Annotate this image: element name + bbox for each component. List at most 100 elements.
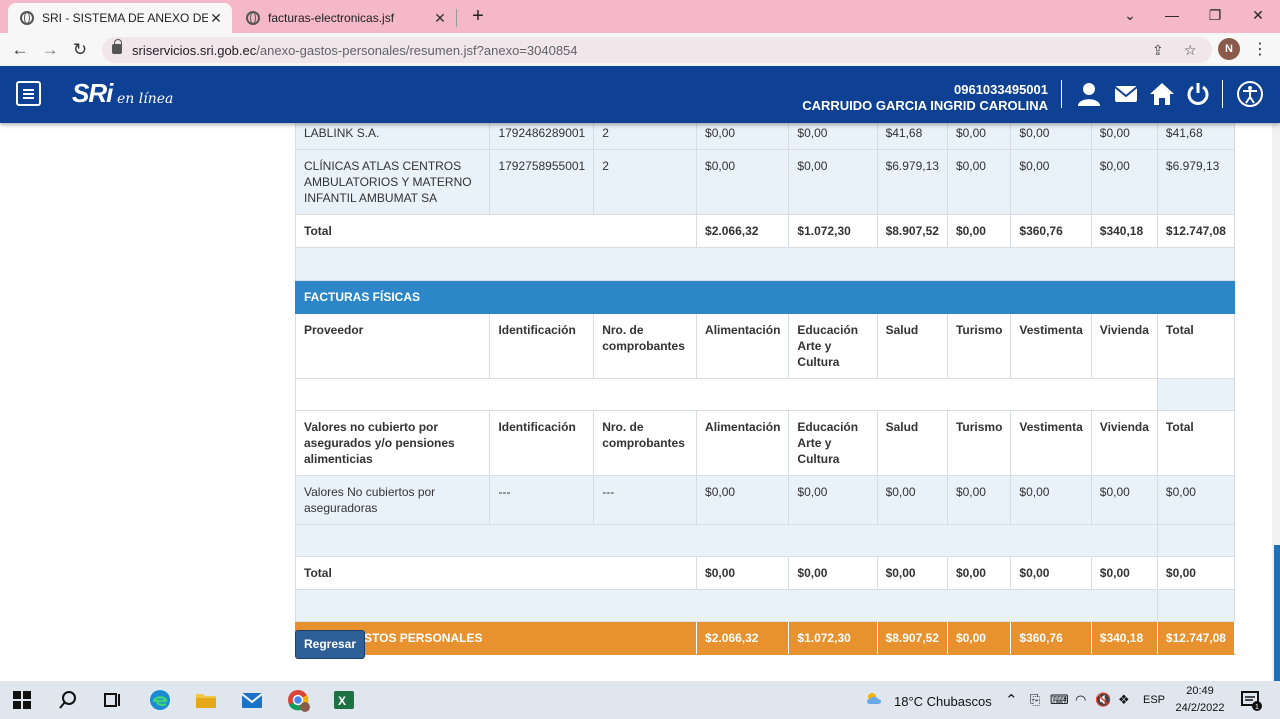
svg-text:X: X xyxy=(338,694,346,708)
dropbox-icon[interactable]: ❖ xyxy=(1118,692,1130,708)
cell-vivienda: $0,00 xyxy=(1090,123,1158,150)
total-total: $12.747,08 xyxy=(1156,214,1236,248)
cell-proveedor: CLÍNICAS ATLAS CENTROS AMBULATORIOS Y MA… xyxy=(294,149,491,215)
close-tab-icon[interactable]: ✕ xyxy=(432,10,448,27)
bookmark-star-icon[interactable]: ☆ xyxy=(1184,42,1197,59)
cell-alimentacion: $0,00 xyxy=(696,475,790,525)
header-identificacion: Identificación xyxy=(489,410,595,476)
wifi-icon[interactable]: ◠ xyxy=(1075,692,1086,708)
accessibility-icon[interactable] xyxy=(1236,80,1264,108)
forward-arrow-icon[interactable]: → xyxy=(38,38,62,62)
cell-total: $41,68 xyxy=(1156,123,1236,150)
section-header-facturas-fisicas: FACTURAS FÍSICAS xyxy=(295,280,1235,314)
regresar-button[interactable]: Regresar xyxy=(295,630,365,659)
search-icon[interactable] xyxy=(56,688,80,712)
spacer-cell xyxy=(1156,524,1236,557)
new-tab-button[interactable]: + xyxy=(466,4,490,28)
tab-sri-anexo[interactable]: SRI - SISTEMA DE ANEXO DE GASTOS ✕ xyxy=(8,3,232,33)
power-icon[interactable] xyxy=(1184,80,1212,108)
close-window-button[interactable]: ✕ xyxy=(1236,2,1280,28)
cell-nro: 2 xyxy=(593,123,698,150)
total-turismo: $0,00 xyxy=(946,214,1012,248)
notifications-icon[interactable]: 1 xyxy=(1239,688,1263,712)
cell-vivienda: $0,00 xyxy=(1090,149,1158,215)
home-icon[interactable] xyxy=(1148,80,1176,108)
header-turismo: Turismo xyxy=(946,313,1012,379)
ime-icon[interactable]: ⌨ xyxy=(1050,692,1069,708)
grand-total-vivienda: $340,18 xyxy=(1090,621,1158,655)
restore-button[interactable]: ❐ xyxy=(1193,2,1237,28)
address-bar-row: ← → ↻ sriservicios.sri.gob.ec/anexo-gast… xyxy=(0,33,1280,66)
header-turismo: Turismo xyxy=(946,410,1012,476)
sri-logo[interactable]: SRi xyxy=(72,78,113,109)
page-content: LABLINK S.A. 1792486289001 2 $0,00 $0,00… xyxy=(0,123,1280,681)
header-vestimenta: Vestimenta xyxy=(1010,313,1092,379)
grand-total-educacion: $1.072,30 xyxy=(788,621,878,655)
browser-menu-icon[interactable]: ⋮ xyxy=(1252,39,1268,59)
tab-search-chevron-icon[interactable]: ⌄ xyxy=(1108,2,1152,28)
total-label: Total xyxy=(294,556,698,590)
grand-total-total: $12.747,08 xyxy=(1156,621,1236,655)
weather-text[interactable]: 18°C Chubascos xyxy=(894,694,992,709)
browser-tab-bar: SRI - SISTEMA DE ANEXO DE GASTOS ✕ factu… xyxy=(0,0,1280,33)
table-row: LABLINK S.A. 1792486289001 2 $0,00 $0,00… xyxy=(294,123,1236,150)
mail-app-icon[interactable] xyxy=(240,688,264,712)
header-vivienda: Vivienda xyxy=(1090,410,1158,476)
globe-icon xyxy=(20,11,34,25)
grand-total-vestimenta: $360,76 xyxy=(1010,621,1092,655)
share-icon[interactable]: ⇪ xyxy=(1152,42,1164,59)
tab-title: SRI - SISTEMA DE ANEXO DE GASTOS xyxy=(42,11,208,25)
reload-icon[interactable]: ↻ xyxy=(68,38,92,62)
cell-nro: 2 xyxy=(593,149,698,215)
user-id: 0961033495001 xyxy=(954,82,1048,97)
cell-turismo: $0,00 xyxy=(946,475,1012,525)
meet-now-icon[interactable]: ⎘ xyxy=(1030,692,1040,708)
electronic-invoices-table: LABLINK S.A. 1792486289001 2 $0,00 $0,00… xyxy=(294,123,1236,655)
windows-taskbar: X 18°C Chubascos ⌃ ⎘ ⌨ ◠ 🔇 ❖ ESP 20:49 2… xyxy=(0,681,1280,719)
edge-browser-icon[interactable] xyxy=(148,688,172,712)
profile-avatar[interactable]: N xyxy=(1218,38,1240,60)
cell-identificacion: --- xyxy=(489,475,595,525)
spacer-row xyxy=(295,378,1236,411)
task-view-icon[interactable] xyxy=(101,688,125,712)
cell-identificacion: 1792758955001 xyxy=(489,149,595,215)
chrome-icon[interactable] xyxy=(286,688,310,712)
hamburger-menu-icon[interactable] xyxy=(16,81,41,106)
back-arrow-icon[interactable]: ← xyxy=(8,38,32,62)
grand-total-turismo: $0,00 xyxy=(946,621,1012,655)
header-educacion: Educación Arte y Cultura xyxy=(788,313,878,379)
clock-time[interactable]: 20:49 xyxy=(1176,685,1224,697)
header-total: Total xyxy=(1156,313,1236,379)
scrollbar-thumb[interactable] xyxy=(1274,545,1280,681)
cell-salud: $41,68 xyxy=(876,123,948,150)
close-tab-icon[interactable]: ✕ xyxy=(208,10,224,27)
file-explorer-icon[interactable] xyxy=(194,688,218,712)
excel-icon[interactable]: X xyxy=(332,688,356,712)
clock-date[interactable]: 24/2/2022 xyxy=(1172,702,1228,714)
cell-total: $6.979,13 xyxy=(1156,149,1236,215)
spacer-row xyxy=(295,589,1236,622)
user-icon[interactable] xyxy=(1075,80,1103,108)
language-indicator[interactable]: ESP xyxy=(1143,694,1165,706)
header-proveedor: Valores no cubierto por asegurados y/o p… xyxy=(294,410,491,476)
cell-educacion: $0,00 xyxy=(788,149,878,215)
minimize-button[interactable]: — xyxy=(1150,2,1194,28)
header-educacion: Educación Arte y Cultura xyxy=(788,410,878,476)
total-salud: $0,00 xyxy=(876,556,948,590)
weather-rain-icon[interactable] xyxy=(863,688,887,712)
header-nro: Nro. de comprobantes xyxy=(593,313,698,379)
volume-muted-icon[interactable]: 🔇 xyxy=(1095,692,1111,708)
spacer-cell xyxy=(295,589,1158,622)
windows-start-icon[interactable] xyxy=(10,688,34,712)
mail-icon[interactable] xyxy=(1112,80,1140,108)
total-educacion: $1.072,30 xyxy=(788,214,878,248)
cell-proveedor: Valores No cubiertos por aseguradoras xyxy=(294,475,491,525)
url-field[interactable]: sriservicios.sri.gob.ec/anexo-gastos-per… xyxy=(102,37,1212,63)
spacer-row xyxy=(295,247,1235,281)
lock-icon[interactable] xyxy=(112,39,122,54)
tab-facturas-electronicas[interactable]: facturas-electronicas.jsf ✕ xyxy=(234,3,456,33)
tab-separator xyxy=(456,9,457,27)
chevron-up-icon[interactable]: ⌃ xyxy=(1005,691,1018,709)
total-alimentacion: $2.066,32 xyxy=(696,214,790,248)
cell-alimentacion: $0,00 xyxy=(696,149,790,215)
